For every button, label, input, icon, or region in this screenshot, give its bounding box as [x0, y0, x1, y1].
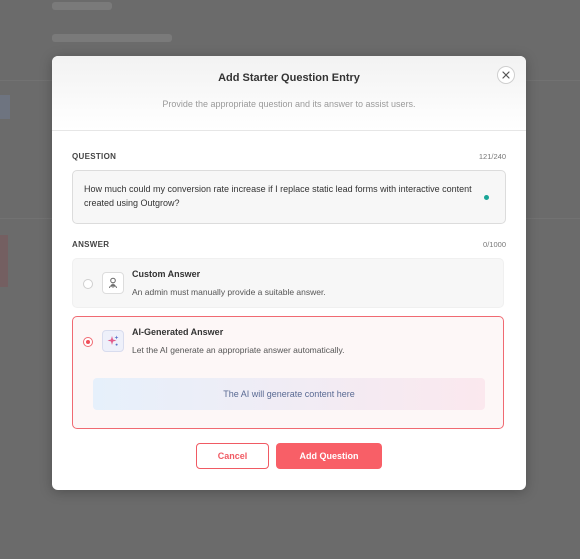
status-dot-icon [484, 195, 489, 200]
add-starter-question-dialog: Add Starter Question Entry Provide the a… [52, 56, 526, 490]
question-input-value: How much could my conversion rate increa… [84, 184, 472, 208]
background-text-line [52, 2, 112, 10]
custom-answer-radio[interactable] [83, 279, 93, 289]
background-accent [0, 95, 10, 119]
close-icon [502, 71, 510, 79]
ai-content-preview: The AI will generate content here [93, 378, 485, 410]
ai-generated-answer-option[interactable]: AI-Generated Answer Let the AI generate … [72, 316, 504, 429]
background-text-line [52, 34, 172, 42]
ai-generated-answer-radio[interactable] [83, 337, 93, 347]
question-input[interactable]: How much could my conversion rate increa… [72, 170, 506, 224]
question-label: QUESTION [72, 152, 117, 161]
dialog-subtitle: Provide the appropriate question and its… [162, 99, 416, 109]
custom-answer-description: An admin must manually provide a suitabl… [132, 287, 326, 297]
close-button[interactable] [497, 66, 515, 84]
custom-answer-option[interactable]: Custom Answer An admin must manually pro… [72, 258, 504, 308]
background-accent [0, 235, 8, 287]
answer-char-counter: 0/1000 [483, 240, 506, 249]
add-question-button[interactable]: Add Question [276, 443, 382, 469]
sparkle-icon [102, 330, 124, 352]
dialog-title: Add Starter Question Entry [218, 72, 360, 84]
ai-generated-answer-description: Let the AI generate an appropriate answe… [132, 345, 345, 355]
question-char-counter: 121/240 [478, 152, 506, 161]
ai-generated-answer-title: AI-Generated Answer [132, 327, 224, 337]
user-icon [102, 272, 124, 294]
answer-label: ANSWER [72, 240, 110, 249]
custom-answer-title: Custom Answer [132, 269, 201, 279]
dialog-header: Add Starter Question Entry Provide the a… [52, 56, 526, 131]
cancel-button[interactable]: Cancel [196, 443, 269, 469]
